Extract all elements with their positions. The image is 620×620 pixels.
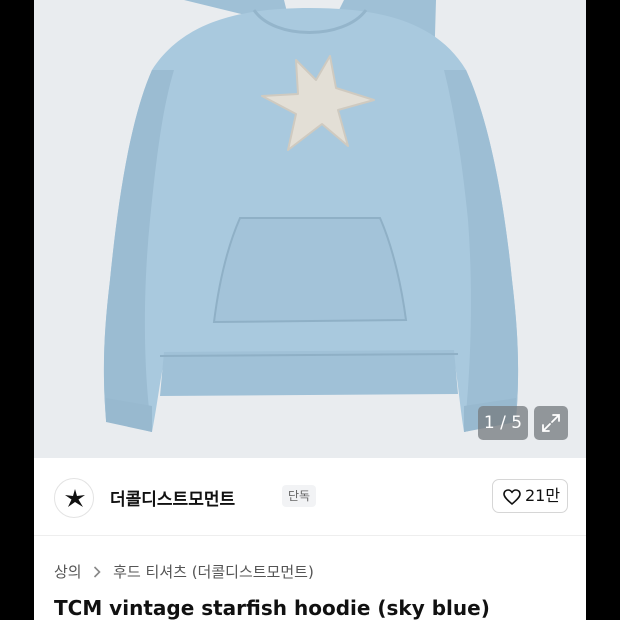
breadcrumb: 상의 후드 티셔츠 (더콜디스트모먼트) (54, 560, 314, 584)
like-count: 21만 (525, 486, 561, 505)
image-counter: 1 / 5 (478, 406, 528, 440)
heart-outline-icon (503, 489, 521, 505)
expand-image-button[interactable] (534, 406, 568, 440)
section-divider (34, 535, 586, 536)
hoodie-photo (103, 0, 519, 432)
product-image-gallery[interactable]: 1 / 5 (34, 0, 586, 458)
seller-avatar[interactable] (54, 478, 94, 518)
starfish-logo-icon (65, 489, 85, 507)
product-title: TCM vintage starfish hoodie (sky blue) (54, 596, 490, 620)
seller-name[interactable]: 더콜디스트모먼트 (110, 485, 235, 510)
like-button[interactable]: 21만 (492, 479, 568, 513)
seller-row[interactable]: 더콜디스트모먼트 단독 21만 (34, 468, 586, 528)
breadcrumb-item-category[interactable]: 상의 (54, 560, 82, 584)
product-screen: 1 / 5 더콜디스트모먼트 단독 21만 상의 후드 티셔츠 (더콜디스트모먼… (34, 0, 586, 620)
expand-icon (542, 414, 560, 432)
chevron-right-icon (93, 560, 102, 584)
breadcrumb-item-subcategory[interactable]: 후드 티셔츠 (더콜디스트모먼트) (113, 560, 314, 584)
exclusive-badge: 단독 (282, 485, 317, 507)
